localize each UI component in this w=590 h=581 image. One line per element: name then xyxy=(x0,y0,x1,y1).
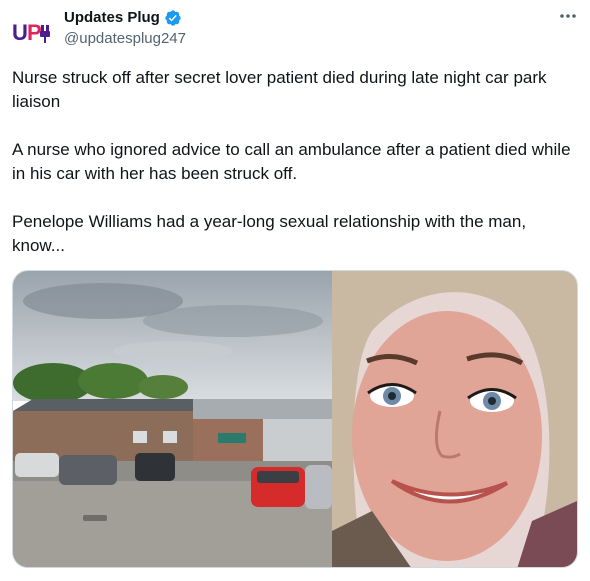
updates-plug-logo: U P xyxy=(12,20,50,45)
author-display-name[interactable]: Updates Plug xyxy=(64,8,160,28)
tweet-paragraph-truncated: Penelope Williams had a year-long sexual… xyxy=(12,212,527,255)
tweet-paragraph-summary: A nurse who ignored advice to call an am… xyxy=(12,140,571,183)
author-name-row: Updates Plug xyxy=(64,8,182,28)
media-image-portrait[interactable] xyxy=(332,271,577,567)
more-options-button[interactable] xyxy=(558,6,578,26)
hospital-car-park-photo xyxy=(13,271,332,567)
svg-text:P: P xyxy=(27,20,42,45)
verified-badge-icon xyxy=(164,9,182,27)
tweet-paragraph-headline: Nurse struck off after secret lover pati… xyxy=(12,68,547,111)
media-image-hospital[interactable] xyxy=(13,271,332,567)
svg-text:U: U xyxy=(12,20,28,45)
tweet-text: Nurse struck off after secret lover pati… xyxy=(12,66,578,282)
author-handle[interactable]: @updatesplug247 xyxy=(64,29,186,49)
tweet-card: U P Updates Plug @updatesplug247 Nurse s… xyxy=(0,0,590,581)
avatar[interactable]: U P xyxy=(12,12,52,52)
tweet-media xyxy=(12,270,578,568)
woman-selfie-photo xyxy=(332,271,577,567)
more-dots-icon xyxy=(560,14,576,18)
